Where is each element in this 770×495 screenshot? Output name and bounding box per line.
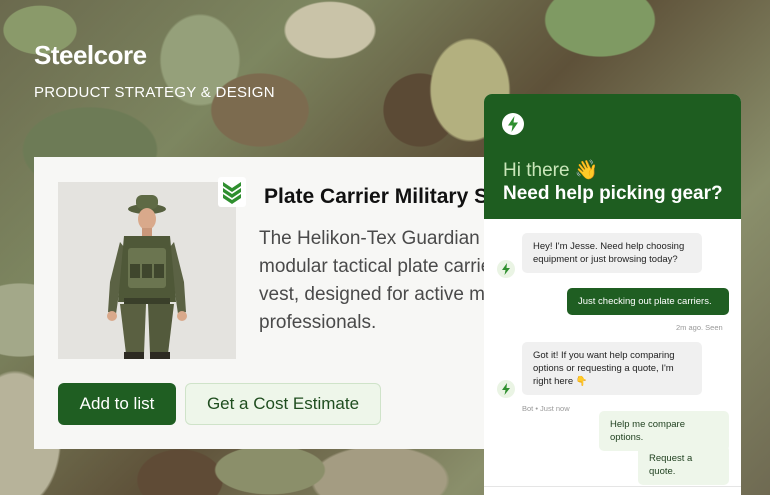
rank-chevron-icon [218,177,246,207]
brand-logo: Steelcore [34,40,147,70]
quick-reply-quote[interactable]: Request a quote. [638,445,729,485]
chat-messages: Hey! I'm Jesse. Need help choosing equip… [484,219,741,495]
product-image [58,182,236,359]
bot-avatar-icon [497,260,515,278]
user-message: Just checking out plate carriers. [567,288,729,315]
chat-divider [484,486,741,487]
bot-message: Hey! I'm Jesse. Need help choosing equip… [522,233,702,273]
chat-headline: Need help picking gear? [503,183,723,204]
message-meta: 2m ago. Seen [676,323,723,332]
add-to-list-button[interactable]: Add to list [58,383,176,425]
product-description: The Helikon-Tex Guardian is a modular ta… [259,228,504,333]
cost-estimate-button[interactable]: Get a Cost Estimate [185,383,381,425]
message-meta: Bot • Just now [522,404,570,413]
product-title: Plate Carrier Military Set [264,185,504,208]
chat-widget: Hi there 👋 Need help picking gear? Hey! … [484,94,741,495]
brand-tagline: PRODUCT STRATEGY & DESIGN [34,84,275,101]
bot-avatar-icon [497,380,515,398]
product-card: Plate Carrier Military Set The Helikon-T… [34,157,504,449]
chat-greeting: Hi there 👋 [503,160,599,181]
chat-header: Hi there 👋 Need help picking gear? [484,94,741,219]
bot-message: Got it! If you want help comparing optio… [522,342,702,395]
bolt-logo-icon [502,113,524,135]
